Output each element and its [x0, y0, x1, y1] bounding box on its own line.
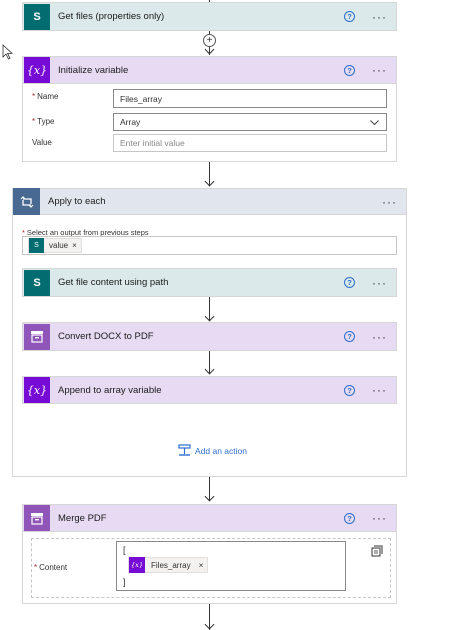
name-field[interactable]: Files_array: [113, 89, 387, 108]
action-initialize-variable[interactable]: {x} Initialize variable ? ···: [22, 56, 397, 84]
variable-icon: {x}: [129, 557, 145, 573]
value-token[interactable]: S value ×: [28, 238, 82, 253]
remove-token-icon[interactable]: ×: [199, 561, 204, 570]
action-title: Get files (properties only): [58, 11, 165, 22]
action-apply-to-each[interactable]: Apply to each ···: [12, 188, 407, 215]
help-icon[interactable]: ?: [344, 11, 355, 22]
action-title: Get file content using path: [58, 277, 169, 288]
dynamic-content-icon[interactable]: [371, 545, 383, 557]
help-icon[interactable]: ?: [344, 277, 355, 288]
more-options-icon[interactable]: ···: [372, 277, 387, 289]
loop-icon: [13, 188, 40, 215]
type-label: * Type: [32, 117, 55, 126]
help-icon[interactable]: ?: [344, 331, 355, 342]
value-input[interactable]: Enter initial value: [113, 134, 387, 152]
chevron-down-icon: [370, 120, 379, 126]
arrow-down-icon: [204, 619, 215, 630]
variable-icon: {x}: [24, 377, 50, 403]
value-label: Value: [32, 138, 52, 147]
token-label: value: [49, 241, 69, 250]
help-icon[interactable]: ?: [344, 384, 355, 396]
pdf-converter-icon: [24, 323, 50, 350]
files-array-token[interactable]: {x} Files_array ×: [128, 557, 209, 573]
more-options-icon[interactable]: ···: [372, 64, 387, 76]
close-bracket: ]: [123, 577, 126, 587]
mouse-cursor-icon: [2, 44, 14, 60]
action-convert-docx[interactable]: Convert DOCX to PDF ? ···: [22, 322, 397, 351]
sharepoint-icon: S: [29, 238, 44, 253]
action-title: Convert DOCX to PDF: [58, 331, 154, 342]
action-title: Initialize variable: [58, 64, 129, 76]
token-label: Files_array: [151, 560, 191, 570]
arrow-down-icon: [204, 44, 215, 55]
more-options-icon[interactable]: ···: [372, 11, 387, 23]
action-title: Append to array variable: [58, 384, 162, 396]
variable-icon: {x}: [24, 57, 50, 83]
action-merge-pdf[interactable]: Merge PDF ? ···: [22, 504, 397, 532]
add-action-button[interactable]: Add an action: [178, 444, 247, 457]
more-options-icon[interactable]: ···: [372, 331, 387, 343]
pdf-merge-icon: [24, 505, 50, 531]
help-icon[interactable]: ?: [344, 64, 355, 76]
action-get-files[interactable]: S Get files (properties only) ? ···: [22, 2, 397, 31]
name-label: * Name: [32, 92, 59, 101]
arrow-down-icon: [204, 491, 215, 502]
remove-token-icon[interactable]: ×: [72, 241, 77, 250]
action-append-array[interactable]: {x} Append to array variable ? ···: [22, 376, 397, 404]
arrow-down-icon: [204, 176, 215, 187]
more-options-icon[interactable]: ···: [382, 196, 397, 208]
more-options-icon[interactable]: ···: [372, 384, 387, 396]
content-label: * Content: [34, 563, 68, 572]
action-title: Merge PDF: [58, 512, 107, 524]
open-bracket: [: [123, 545, 126, 555]
action-get-file-content[interactable]: S Get file content using path ? ···: [22, 268, 397, 297]
help-icon[interactable]: ?: [344, 512, 355, 524]
action-title: Apply to each: [48, 196, 106, 207]
sharepoint-icon: S: [24, 269, 50, 296]
add-action-label: Add an action: [195, 445, 247, 456]
type-select[interactable]: Array: [113, 113, 387, 131]
sharepoint-icon: S: [24, 3, 50, 30]
add-action-icon: [178, 444, 191, 456]
more-options-icon[interactable]: ···: [372, 512, 387, 524]
